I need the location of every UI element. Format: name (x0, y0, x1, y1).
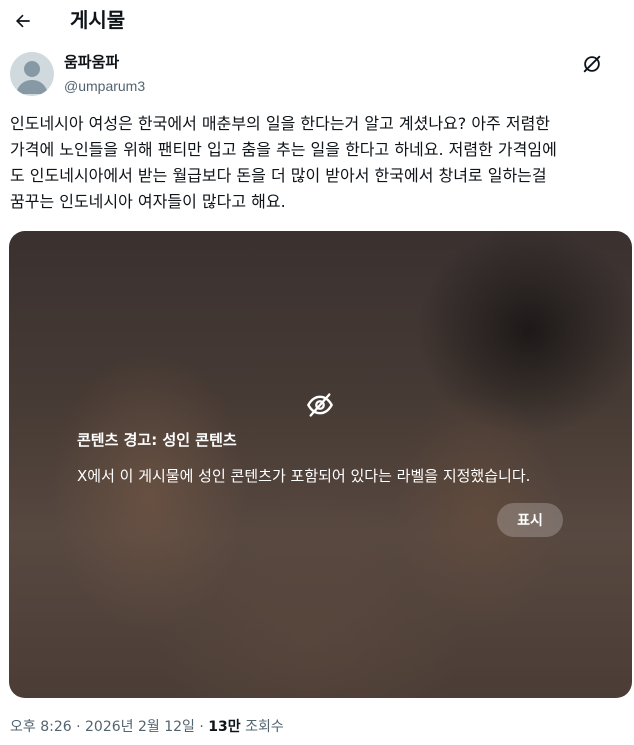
post-date[interactable]: 2026년 2월 12일 (85, 719, 195, 735)
content-warning-title: 콘텐츠 경고: 성인 콘텐츠 (77, 431, 237, 449)
separator: · (194, 719, 209, 735)
avatar[interactable] (10, 52, 54, 96)
arrow-left-icon (15, 14, 30, 28)
views-count: 13만 (208, 719, 241, 735)
page-title: 게시물 (70, 8, 126, 32)
tweet-text: 인도네시아 여성은 한국에서 매춘부의 일을 한다는거 알고 계셨나요? 아주 … (10, 114, 557, 211)
author-name[interactable]: 움파움파 (64, 52, 119, 72)
eye-slash-icon (306, 393, 334, 417)
top-bar: 게시물 (0, 0, 634, 42)
views-label: 조회수 (240, 719, 284, 735)
content-warning-description: X에서 이 게시물에 성인 콘텐츠가 포함되어 있다는 라벨을 지정했습니다. (77, 467, 531, 485)
post-time[interactable]: 오후 8:26 (10, 719, 72, 735)
back-button[interactable] (8, 6, 38, 36)
show-media-button[interactable]: 표시 (497, 503, 563, 537)
grok-button[interactable] (578, 50, 606, 78)
sensitive-media[interactable]: 콘텐츠 경고: 성인 콘텐츠 X에서 이 게시물에 성인 콘텐츠가 포함되어 있… (9, 231, 632, 698)
default-avatar-icon (16, 61, 48, 94)
separator: · (71, 719, 86, 735)
tweet-meta: 오후 8:26 · 2026년 2월 12일 · 13만 조회수 (10, 716, 284, 738)
author-handle[interactable]: @umparum3 (64, 76, 145, 96)
grok-slash-icon (583, 55, 601, 73)
